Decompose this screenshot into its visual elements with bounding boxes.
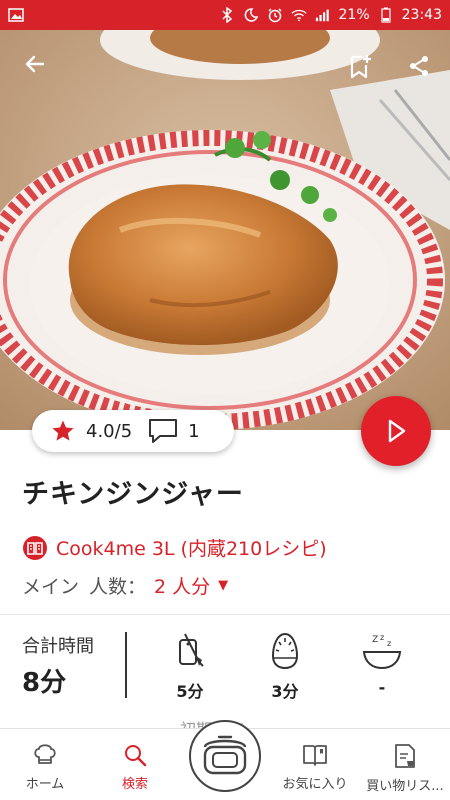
rating-pill[interactable]: 4.0/5 1 (32, 410, 234, 452)
signal-icon (315, 7, 331, 23)
cook-time-stat: 3分 (255, 632, 315, 702)
play-video-button[interactable] (361, 396, 431, 466)
recipe-title: チキンジンジャー (22, 479, 244, 510)
dropdown-arrow-icon[interactable]: ▼ (218, 578, 228, 593)
category-label: メイン (22, 576, 80, 598)
device-label: Cook4me 3L (内蔵210レシピ) (56, 538, 327, 560)
alarm-icon (267, 7, 283, 23)
search-icon (125, 745, 147, 767)
status-bar: 21% 23:43 (0, 0, 450, 30)
nav-search[interactable]: 検索 (90, 729, 180, 800)
servings-dropdown[interactable]: 2 人分 (154, 572, 210, 599)
nav-shopping-label: 買い物リス... (366, 779, 444, 794)
device-link[interactable]: Cook4me 3L (内蔵210レシピ) (22, 534, 327, 561)
total-time-label: 合計時間 (22, 636, 94, 657)
recipe-book-icon (23, 535, 47, 560)
back-button[interactable] (15, 44, 55, 84)
cutting-board-knife-icon (179, 633, 204, 667)
clock: 23:43 (401, 7, 442, 23)
share-icon (410, 56, 428, 76)
svg-text:z: z (380, 633, 384, 642)
total-time: 合計時間 8分 (22, 632, 94, 699)
nav-favorites-label: お気に入り (282, 777, 348, 792)
divider (0, 614, 450, 615)
prep-time-value: 5分 (176, 682, 204, 701)
rest-time-stat: Z z z - (352, 632, 412, 697)
wifi-icon (290, 7, 307, 23)
arrow-left-icon (25, 55, 45, 73)
servings-label: 人数： (89, 576, 147, 598)
bluetooth-icon (219, 7, 235, 23)
meta-row: メイン 人数： 2 人分 ▼ (22, 572, 228, 599)
nav-shopping-list[interactable]: 買い物リス... (360, 729, 450, 800)
svg-text:Z: Z (372, 635, 378, 645)
chef-hat-icon (34, 744, 56, 764)
comment-count: 1 (188, 420, 200, 442)
nav-favorites[interactable]: お気に入り (270, 729, 360, 800)
dish-photo (0, 30, 450, 430)
star-icon (52, 420, 74, 441)
favorite-book-icon (303, 745, 327, 766)
svg-text:z: z (387, 639, 391, 648)
battery-icon (378, 7, 394, 23)
nav-home[interactable]: ホーム (0, 729, 90, 800)
sleeping-bowl-icon: Z z z (362, 633, 402, 670)
play-icon (388, 419, 406, 443)
vertical-separator (125, 632, 127, 698)
nav-search-label: 検索 (121, 777, 148, 792)
bookmark-add-icon (350, 55, 371, 79)
nav-home-label: ホーム (25, 777, 65, 792)
shopping-list-icon (395, 744, 415, 768)
total-time-value: 8分 (22, 668, 67, 698)
pressure-cooker-icon (203, 735, 247, 775)
timer-icon (271, 632, 299, 670)
cook-time-value: 3分 (271, 682, 299, 701)
rest-time-value: - (378, 678, 386, 697)
image-icon (8, 7, 24, 23)
share-button[interactable] (399, 46, 439, 86)
battery-percent: 21% (338, 7, 370, 23)
recipe-hero-image (0, 30, 450, 430)
prep-time-stat: 5分 (160, 632, 220, 702)
device-center-button[interactable] (189, 720, 261, 792)
rating-value: 4.0/5 (86, 420, 133, 442)
comment-icon (149, 419, 178, 443)
bookmark-add-button[interactable] (340, 46, 380, 86)
comments-button[interactable]: 1 (148, 418, 200, 444)
do-not-disturb-icon (243, 7, 259, 23)
